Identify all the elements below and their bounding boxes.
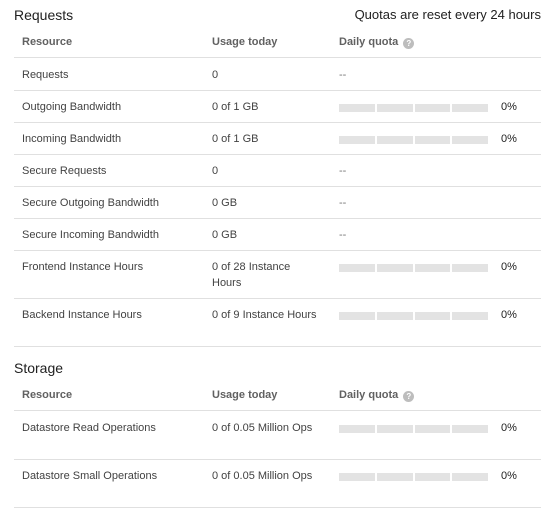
column-usage-today: Usage today — [212, 36, 278, 48]
quota-bar-divider — [449, 136, 452, 144]
table-row: Frontend Instance Hours 0 of 28 Instance … — [14, 250, 541, 299]
column-daily-quota: Daily quota? — [339, 389, 415, 402]
quota-progress-bar — [339, 104, 488, 112]
usage-today: 0 of 1 GB — [212, 101, 259, 113]
storage-section: Storage Resource Usage today Daily quota… — [0, 360, 541, 508]
quota-bar-divider — [412, 104, 415, 112]
quota-bar-divider — [449, 104, 452, 112]
quota-progress-bar — [339, 425, 488, 433]
usage-today: 0 — [212, 69, 219, 81]
quota-bar-divider — [449, 264, 452, 272]
usage-today: 0 of 1 GB — [212, 133, 259, 145]
table-row: Secure Incoming Bandwidth 0 GB -- — [14, 218, 541, 251]
quota-progress-bar — [339, 473, 488, 481]
quota-bar-divider — [412, 264, 415, 272]
requests-header: Requests Quotas are reset every 24 hours — [0, 7, 541, 29]
quota-progress-bar — [339, 312, 488, 320]
quota-percent: 0% — [501, 422, 517, 434]
quota-percent: 0% — [501, 309, 517, 321]
column-daily-quota-label: Daily quota — [339, 389, 399, 401]
quota-bar-divider — [449, 473, 452, 481]
table-row: Outgoing Bandwidth 0 of 1 GB 0% — [14, 90, 541, 123]
quota-bar-divider — [375, 425, 378, 433]
requests-column-headers: Resource Usage today Daily quota? — [14, 29, 541, 58]
quota-bar-divider — [412, 136, 415, 144]
quota-bar-divider — [375, 136, 378, 144]
table-row: Secure Outgoing Bandwidth 0 GB -- — [14, 186, 541, 219]
usage-today: 0 GB — [212, 197, 238, 209]
usage-today: 0 of 0.05 Million Ops — [212, 470, 313, 482]
daily-quota-value: -- — [339, 165, 347, 177]
help-icon[interactable]: ? — [403, 38, 415, 49]
usage-today: 0 of 0.05 Million Ops — [212, 422, 313, 434]
column-resource: Resource — [22, 389, 73, 401]
column-resource: Resource — [22, 36, 73, 48]
resource-name: Requests — [22, 69, 69, 81]
table-row: Requests 0 -- — [14, 58, 541, 91]
quota-bar-divider — [375, 473, 378, 481]
help-icon[interactable]: ? — [403, 391, 415, 402]
quota-bar-divider — [412, 425, 415, 433]
quota-percent: 0% — [501, 133, 517, 145]
usage-today: 0 GB — [212, 229, 238, 241]
quota-percent: 0% — [501, 261, 517, 273]
column-daily-quota-label: Daily quota — [339, 36, 399, 48]
table-row: Secure Requests 0 -- — [14, 154, 541, 187]
usage-today: 0 — [212, 165, 219, 177]
resource-name: Secure Requests — [22, 165, 107, 177]
usage-today: 0 of 9 Instance Hours — [212, 309, 317, 321]
quota-bar-divider — [412, 473, 415, 481]
column-daily-quota: Daily quota? — [339, 36, 415, 49]
quota-bar-divider — [412, 312, 415, 320]
quota-percent: 0% — [501, 470, 517, 482]
resource-name: Outgoing Bandwidth — [22, 101, 122, 113]
resource-name: Backend Instance Hours — [22, 309, 142, 321]
quota-bar-divider — [449, 312, 452, 320]
quota-bar-divider — [375, 312, 378, 320]
requests-section: Requests Quotas are reset every 24 hours… — [0, 7, 541, 347]
daily-quota-value: -- — [339, 69, 347, 81]
daily-quota-value: -- — [339, 229, 347, 241]
resource-name: Frontend Instance Hours — [22, 261, 144, 273]
quota-bar-divider — [449, 425, 452, 433]
storage-header: Storage — [0, 360, 541, 382]
quota-reset-note: Quotas are reset every 24 hours — [354, 7, 541, 22]
table-row: Datastore Small Operations 0 of 0.05 Mill… — [14, 459, 541, 508]
requests-title: Requests — [14, 7, 74, 23]
quota-bar-divider — [375, 104, 378, 112]
resource-name: Incoming Bandwidth — [22, 133, 122, 145]
table-row: Datastore Read Operations 0 of 0.05 Milli… — [14, 411, 541, 460]
storage-column-headers: Resource Usage today Daily quota? — [14, 382, 541, 411]
resource-name: Datastore Small Operations — [22, 470, 158, 482]
storage-title: Storage — [14, 360, 64, 376]
resource-name: Secure Incoming Bandwidth — [22, 229, 159, 241]
quota-percent: 0% — [501, 101, 517, 113]
quota-progress-bar — [339, 264, 488, 272]
quota-bar-divider — [375, 264, 378, 272]
resource-name: Secure Outgoing Bandwidth — [22, 197, 159, 209]
column-usage-today: Usage today — [212, 389, 278, 401]
daily-quota-value: -- — [339, 197, 347, 209]
table-row: Backend Instance Hours 0 of 9 Instance Ho… — [14, 298, 541, 347]
usage-today: 0 of 28 Instance Hours — [212, 261, 291, 289]
quota-progress-bar — [339, 136, 488, 144]
table-row: Incoming Bandwidth 0 of 1 GB 0% — [14, 122, 541, 155]
resource-name: Datastore Read Operations — [22, 422, 156, 434]
